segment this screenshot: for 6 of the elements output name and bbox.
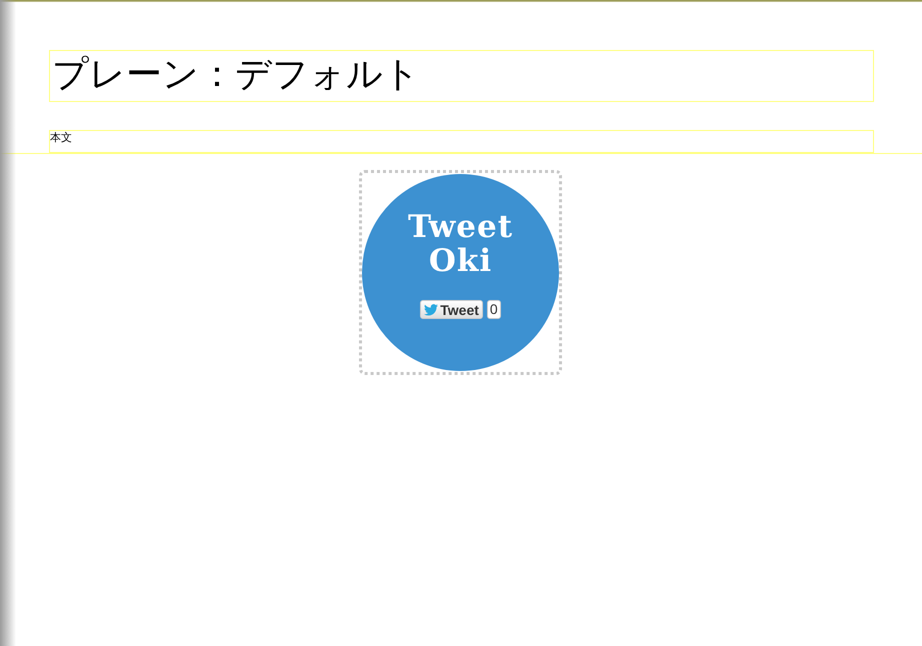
tweet-count: 0 (486, 300, 501, 319)
body-text: 本文 (49, 130, 874, 153)
page-title: プレーン：デフォルト (49, 50, 874, 102)
tweet-button[interactable]: Tweet (420, 300, 483, 319)
bird-icon (424, 304, 438, 316)
widget-title: Tweet Oki (408, 210, 514, 278)
